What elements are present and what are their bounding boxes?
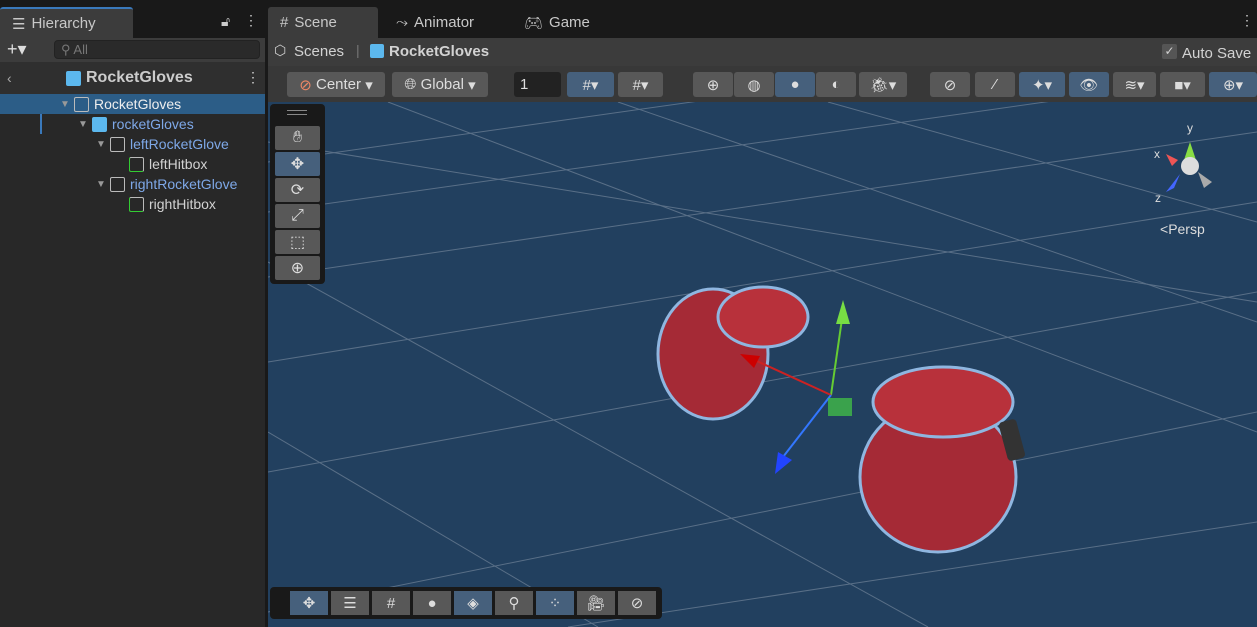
animator-icon: ⤳ xyxy=(396,14,409,31)
item-label: leftHitbox xyxy=(149,156,208,172)
gizmo-z-label: z xyxy=(1155,191,1161,205)
tab-hierarchy[interactable]: ☰ Hierarchy xyxy=(0,7,133,38)
debug-button[interactable]: 🐞︎▾ xyxy=(859,72,907,97)
settings-overlay-button[interactable]: ☰ xyxy=(331,591,369,615)
camera-overlay-button[interactable]: 🎥︎ xyxy=(577,591,615,615)
pivot-icon: ⊘ xyxy=(299,76,312,94)
tree-item[interactable]: ▼ RocketGloves xyxy=(0,94,265,114)
shaded-button[interactable]: ● xyxy=(775,72,815,97)
breadcrumb-current: RocketGloves xyxy=(389,43,490,60)
item-label: leftRocketGlove xyxy=(130,136,229,152)
layers-dropdown[interactable]: ≋▾ xyxy=(1113,72,1156,97)
gamepad-icon: 🎮︎ xyxy=(524,14,544,32)
shaded-wireframe-button[interactable]: ◍ xyxy=(734,72,774,97)
lock-icon[interactable]: 🔓︎ xyxy=(221,13,230,30)
more-icon[interactable]: ⋮ xyxy=(244,12,258,29)
2d-toggle[interactable]: ⊘ xyxy=(930,72,970,97)
back-icon[interactable]: ‹ xyxy=(7,70,12,86)
globe-icon: 🌐︎ xyxy=(404,76,417,93)
gizmo-x-label: x xyxy=(1154,147,1160,161)
transform-tool[interactable]: ⊕ xyxy=(275,256,320,280)
tab-label: Hierarchy xyxy=(31,15,96,32)
space-label: Global xyxy=(420,76,464,93)
search-overlay-button[interactable]: ⚲ xyxy=(495,591,533,615)
rect-tool[interactable]: ⬚ xyxy=(275,230,320,254)
nodes-overlay-button[interactable]: ⁘ xyxy=(536,591,574,615)
separator: | xyxy=(356,42,360,58)
rotate-tool[interactable]: ⟳ xyxy=(275,178,320,202)
breadcrumb-bar: ‹ RocketGloves ⋮ xyxy=(0,62,265,94)
tab-label: Scene xyxy=(294,14,337,31)
hierarchy-panel: +▾ ⚲ All ‹ RocketGloves ⋮ ▼ RocketGloves … xyxy=(0,38,265,627)
camera-dropdown[interactable]: ■▾ xyxy=(1160,72,1205,97)
gizmo-y-label: y xyxy=(1187,121,1193,135)
item-label: RocketGloves xyxy=(94,96,182,112)
prefab-icon xyxy=(370,44,384,58)
grid-overlay-button[interactable]: # xyxy=(372,591,410,615)
tree-item[interactable]: ▼ rightRocketGlove xyxy=(0,174,265,194)
auto-save-label: Auto Save xyxy=(1182,45,1252,62)
orientation-gizmo[interactable] xyxy=(1166,142,1212,192)
item-label: rightHitbox xyxy=(149,196,216,212)
pivot-label: Center xyxy=(316,76,362,93)
added-gameobject-icon xyxy=(129,156,144,172)
breadcrumb-scenes[interactable]: Scenes xyxy=(294,43,344,60)
camera-mode-text: Persp xyxy=(1168,221,1205,237)
more-icon[interactable]: ⋮ xyxy=(1240,12,1254,29)
add-button[interactable]: +▾ xyxy=(7,39,27,60)
auto-save-checkbox[interactable]: ✓ xyxy=(1162,44,1177,59)
grid-snap-button[interactable]: #▾ xyxy=(567,72,614,97)
tree-item[interactable]: ▼ rocketGloves xyxy=(0,114,265,134)
scene-breadcrumb-bar: ⬡ Scenes | RocketGloves ✓ Auto Save xyxy=(268,38,1257,66)
tab-label: Game xyxy=(549,14,590,31)
search-input[interactable]: ⚲ All xyxy=(54,40,260,59)
gameobject-icon xyxy=(110,136,125,152)
tree-item[interactable]: ▼ leftRocketGlove xyxy=(0,134,265,154)
move-tool[interactable]: ✥ xyxy=(275,152,320,176)
gizmos-dropdown[interactable]: ⊕▾ xyxy=(1209,72,1257,97)
grid-increment-input[interactable]: 1 xyxy=(514,72,561,97)
search-placeholder: All xyxy=(73,42,88,57)
gameobject-icon xyxy=(74,96,89,112)
scale-tool[interactable]: ⤢ xyxy=(275,204,320,228)
hand-tool[interactable]: ✋︎ xyxy=(275,126,320,150)
prefab-icon xyxy=(66,71,81,86)
space-dropdown[interactable]: 🌐︎ Global ▾ xyxy=(392,72,488,97)
grid-icon: # xyxy=(280,14,289,31)
overlay-drag-handle[interactable] xyxy=(287,110,307,115)
tab-label: Animator xyxy=(414,14,475,31)
wireframe-shading-button[interactable]: ⊕ xyxy=(693,72,733,97)
tree-item[interactable]: rightHitbox xyxy=(0,194,265,214)
more-icon[interactable]: ⋮ xyxy=(246,69,260,86)
grid-increment-value: 1 xyxy=(520,76,529,93)
compass-overlay-button[interactable]: ⊘ xyxy=(618,591,656,615)
unity-icon: ⬡ xyxy=(274,42,287,58)
tab-scene[interactable]: # Scene xyxy=(268,7,378,38)
scene-render: y x z xyxy=(268,102,1257,627)
prefab-icon xyxy=(92,116,107,132)
snap-button[interactable]: #▾ xyxy=(618,72,663,97)
right-glove xyxy=(858,365,1025,554)
left-glove xyxy=(656,285,810,421)
sphere-overlay-button[interactable]: ● xyxy=(413,591,451,615)
tab-animator[interactable]: ⤳ Animator xyxy=(384,7,474,38)
item-label: rocketGloves xyxy=(112,116,194,132)
breadcrumb-title: RocketGloves xyxy=(86,69,193,86)
list-icon: ☰ xyxy=(12,15,26,33)
unlit-button[interactable]: ◐ xyxy=(816,72,856,97)
tab-game[interactable]: 🎮︎ Game xyxy=(512,7,590,38)
pivot-dropdown[interactable]: ⊘ Center ▾ xyxy=(287,72,385,97)
move-overlay-button[interactable]: ✥ xyxy=(290,591,328,615)
tree-item[interactable]: leftHitbox xyxy=(0,154,265,174)
fx-dropdown[interactable]: ✦▾ xyxy=(1019,72,1065,97)
scene-viewport[interactable]: y x z <Persp xyxy=(268,102,1257,627)
added-gameobject-icon xyxy=(129,196,144,212)
gameobject-icon xyxy=(110,176,125,192)
hierarchy-toolbar: +▾ ⚲ All xyxy=(0,38,265,62)
camera-mode-label[interactable]: <Persp xyxy=(1160,221,1205,237)
item-label: rightRocketGlove xyxy=(130,176,238,192)
lighting-toggle[interactable]: ⁄ xyxy=(975,72,1015,97)
navmesh-overlay-button[interactable]: ◈ xyxy=(454,591,492,615)
visibility-toggle[interactable]: 👁︎ xyxy=(1069,72,1109,97)
